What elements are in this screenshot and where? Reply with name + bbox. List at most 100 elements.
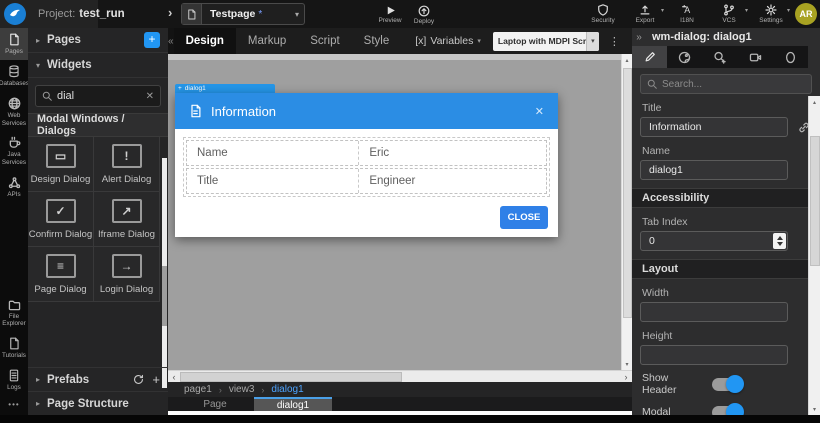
step-up-icon[interactable]: [776, 236, 783, 240]
title-field-input[interactable]: [640, 117, 788, 137]
tab-advanced-search[interactable]: [702, 46, 738, 68]
widget-login-dialog[interactable]: → Login Dialog: [94, 247, 160, 302]
shield-icon: [598, 4, 608, 16]
page-structure-header[interactable]: ▸ Page Structure: [28, 391, 168, 415]
widgets-panel-header[interactable]: ▾ Widgets: [28, 53, 168, 78]
rail-item-tutorials[interactable]: Tutorials: [0, 332, 28, 364]
device-select[interactable]: Laptop with MDPI Screen ▾: [492, 31, 599, 51]
canvas-vscrollbar-thumb[interactable]: [623, 68, 632, 318]
dialog-content-grid[interactable]: Name Eric Title Engineer: [183, 137, 550, 197]
widget-breadcrumb: page1 › view3 › dialog1: [168, 382, 632, 397]
width-field-label: Width: [642, 287, 669, 299]
app-logo-icon[interactable]: [4, 3, 26, 25]
properties-scrollbar[interactable]: ▴ ▾: [808, 96, 820, 415]
folder-icon: [8, 300, 20, 310]
pages-panel-header[interactable]: ▸ Pages +: [28, 28, 168, 53]
table-row[interactable]: Title Engineer: [186, 168, 547, 194]
branch-icon: [724, 4, 734, 16]
properties-panel-tabs: [632, 46, 820, 68]
prefabs-header[interactable]: ▸ Prefabs +: [28, 367, 168, 391]
rail-item-file-explorer[interactable]: File Explorer: [0, 294, 28, 333]
tab-index-input[interactable]: [640, 231, 788, 251]
tab-style[interactable]: Style: [352, 28, 402, 54]
i18n-button[interactable]: A I18N: [669, 2, 705, 27]
tab-page[interactable]: Page: [176, 397, 254, 411]
scroll-up-icon[interactable]: ▴: [809, 96, 820, 108]
rail-item-apis[interactable]: APIs: [0, 171, 28, 203]
rail-item-pages[interactable]: Pages: [0, 28, 28, 60]
height-field-input[interactable]: [640, 345, 788, 365]
variables-button[interactable]: [x] Variables ▾: [415, 35, 481, 47]
left-panel-scrollbar-thumb[interactable]: [162, 266, 167, 326]
settings-button[interactable]: ▾ Settings: [753, 2, 790, 27]
accessibility-section-header[interactable]: Accessibility: [632, 188, 820, 208]
canvas-horizontal-scrollbar[interactable]: ‹ ›: [168, 370, 632, 382]
rail-item-logs[interactable]: Logs: [0, 364, 28, 396]
table-row[interactable]: Name Eric: [186, 140, 547, 166]
collapsed-arrow-icon: ▸: [36, 375, 41, 384]
refresh-icon[interactable]: [133, 374, 144, 385]
height-field-label: Height: [642, 330, 673, 342]
rail-item-web-services[interactable]: Web Services: [0, 92, 28, 132]
step-down-icon[interactable]: [776, 242, 783, 246]
clear-search-icon[interactable]: ✕: [146, 91, 154, 102]
properties-scrollbar-thumb[interactable]: [810, 136, 820, 266]
scroll-up-icon[interactable]: ▴: [622, 54, 632, 66]
add-prefab-button[interactable]: +: [152, 372, 160, 387]
breadcrumb-separator-icon: ›: [261, 384, 265, 395]
scroll-down-icon[interactable]: ▾: [809, 403, 820, 415]
tab-device[interactable]: [737, 46, 773, 68]
tab-styles[interactable]: [667, 46, 703, 68]
widget-search-input[interactable]: [57, 90, 146, 102]
tutorials-icon: [10, 337, 19, 350]
security-button[interactable]: Security: [585, 2, 621, 27]
tab-properties[interactable]: [632, 46, 668, 68]
widget-alert-dialog[interactable]: ! Alert Dialog: [94, 137, 160, 192]
rail-item-java-services[interactable]: Java Services: [0, 131, 28, 171]
scroll-down-icon[interactable]: ▾: [622, 358, 632, 370]
widget-page-dialog[interactable]: ≡ Page Dialog: [28, 247, 94, 302]
collapse-panel-icon[interactable]: »: [632, 32, 646, 43]
search-icon: [42, 91, 52, 101]
rail-item-databases[interactable]: Databases: [0, 60, 29, 92]
breadcrumb-view3[interactable]: view3: [229, 384, 255, 395]
dialog-close-icon[interactable]: ✕: [535, 105, 544, 118]
vcs-button[interactable]: ▾ VCS: [711, 2, 748, 27]
dialog-selection-tag[interactable]: + dialog1: [175, 84, 275, 93]
deploy-button[interactable]: Deploy: [406, 2, 442, 27]
tab-dialog1[interactable]: dialog1: [254, 397, 332, 411]
rail-more-button[interactable]: •••: [0, 396, 28, 415]
collapsed-arrow-icon: ▸: [36, 35, 41, 45]
widget-design-dialog[interactable]: ▭ Design Dialog: [28, 137, 94, 192]
layout-section-header[interactable]: Layout: [632, 259, 820, 279]
width-field-input[interactable]: [640, 302, 788, 322]
widget-iframe-dialog[interactable]: ↗ Iframe Dialog: [94, 192, 160, 247]
close-button[interactable]: CLOSE: [500, 206, 548, 229]
tab-script[interactable]: Script: [298, 28, 351, 54]
tab-security[interactable]: [772, 46, 808, 68]
name-field-input[interactable]: [640, 160, 788, 180]
export-button[interactable]: ▾ Export: [627, 2, 664, 27]
stepper-buttons[interactable]: [773, 233, 786, 249]
properties-panel-header: » wm-dialog: dialog1: [632, 28, 820, 46]
user-avatar[interactable]: AR: [795, 3, 817, 25]
left-panel-scrollbar[interactable]: [162, 158, 167, 388]
preview-button[interactable]: Preview: [372, 2, 408, 27]
tab-design[interactable]: Design: [173, 28, 236, 54]
breadcrumb-page1[interactable]: page1: [184, 384, 212, 395]
page-selector[interactable]: Testpage * ▾: [181, 3, 305, 25]
widget-confirm-dialog[interactable]: ✓ Confirm Dialog: [28, 192, 94, 247]
add-page-button[interactable]: +: [144, 32, 160, 48]
rail-spacer: [0, 203, 28, 294]
canvas-hscrollbar-thumb[interactable]: [180, 372, 402, 382]
chevron-down-icon: ▾: [294, 9, 299, 19]
design-canvas: « Design Markup Script Style [x] Variabl…: [168, 28, 678, 415]
tab-markup[interactable]: Markup: [236, 28, 298, 54]
more-options-icon[interactable]: ⋮: [609, 35, 620, 48]
property-search-input[interactable]: [662, 78, 805, 90]
show-header-toggle[interactable]: [712, 375, 744, 393]
breadcrumb-dialog1[interactable]: dialog1: [271, 384, 303, 395]
window-bottom-bar: [0, 415, 820, 423]
canvas-vertical-scrollbar[interactable]: ▴ ▾: [621, 54, 632, 370]
dialog-footer: CLOSE: [500, 206, 548, 229]
